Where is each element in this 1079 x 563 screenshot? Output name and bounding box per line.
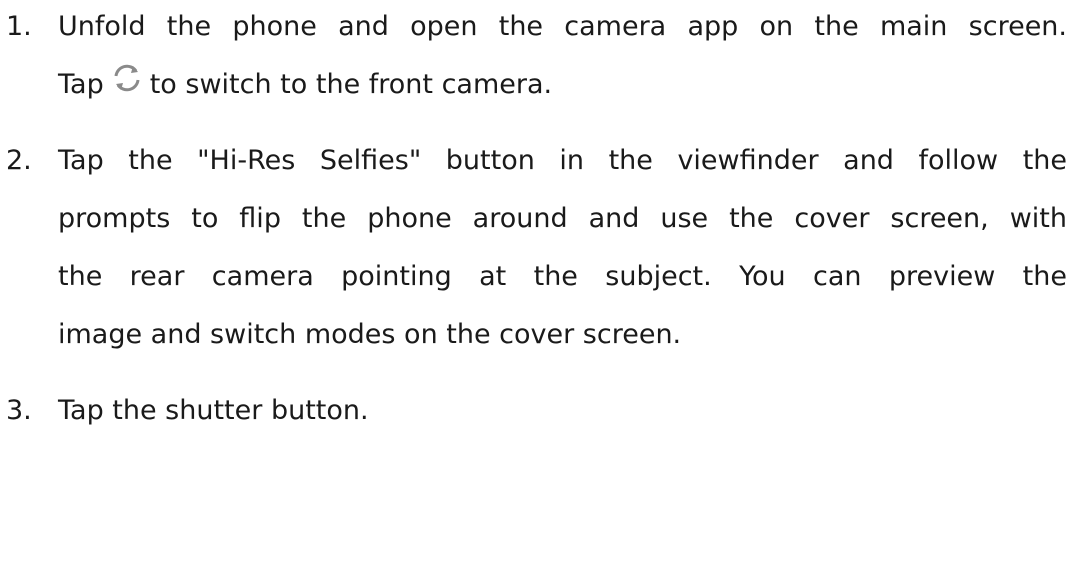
step-1-text-before-icon: Tap (58, 69, 104, 100)
step-2-line-1: Tap the "Hi-Res Selfies" button in the v… (58, 145, 1067, 176)
step-2-line-4: image and switch modes on the cover scre… (58, 319, 682, 350)
step-2-line-2: prompts to flip the phone around and use… (58, 203, 1067, 234)
switch-camera-icon (110, 61, 144, 95)
step-number: 2. (6, 145, 32, 176)
step-3-text: Tap the shutter button. (58, 395, 369, 426)
step-1-text-after-icon: to switch to the front camera. (149, 69, 553, 100)
instruction-list: 1. Unfold the phone and open the camera … (0, 0, 1079, 440)
step-1-line-2: Tap to switch to the front camera. (58, 64, 553, 100)
step-2: 2. Tap the "Hi-Res Selfies" button in th… (0, 132, 1079, 364)
step-3: 3. Tap the shutter button. (0, 382, 1079, 440)
step-number: 3. (6, 395, 32, 426)
step-1: 1. Unfold the phone and open the camera … (0, 0, 1079, 114)
step-2-line-3: the rear camera pointing at the subject.… (58, 261, 1067, 292)
step-1-line-1: Unfold the phone and open the camera app… (58, 11, 1067, 42)
step-number: 1. (6, 11, 32, 42)
